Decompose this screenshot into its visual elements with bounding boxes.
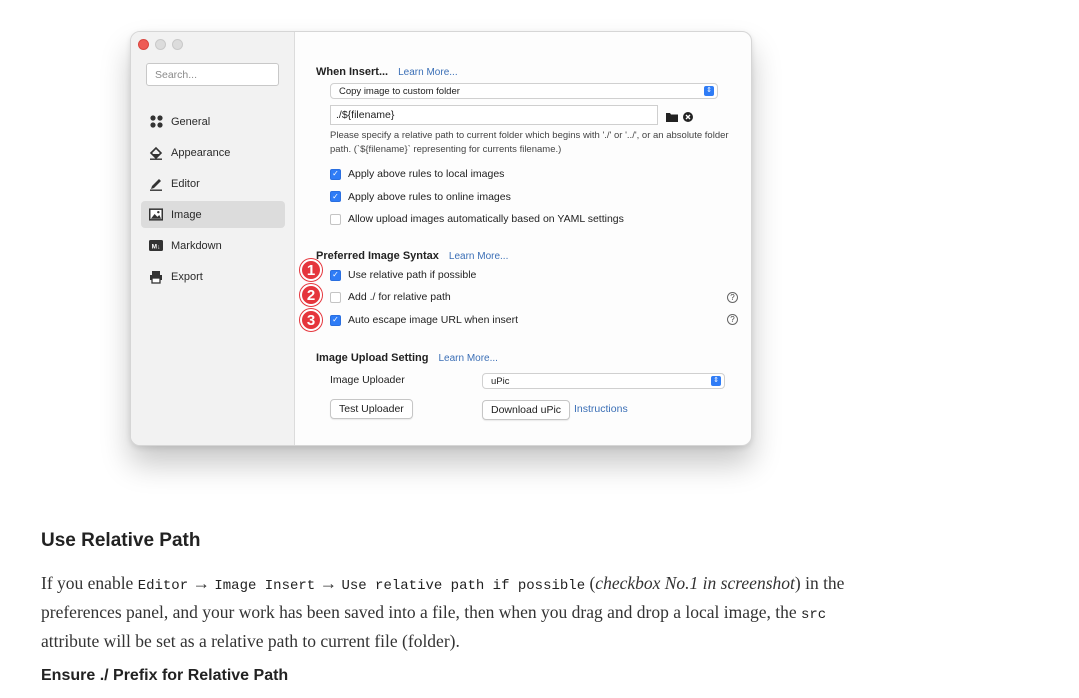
help-icon[interactable]: ? (727, 292, 738, 303)
sidebar-item-editor[interactable]: Editor (141, 170, 285, 197)
learn-more-link[interactable]: Learn More... (438, 353, 497, 364)
checkbox-checked[interactable]: ✓ (330, 314, 341, 326)
svg-text:M↓: M↓ (152, 243, 161, 250)
printer-icon (149, 270, 163, 284)
search-input[interactable]: Search... (146, 63, 279, 86)
text-run: ) (794, 573, 801, 593)
clear-icon[interactable] (683, 109, 693, 127)
sidebar-item-image[interactable]: Image (141, 201, 285, 228)
learn-more-link[interactable]: Learn More... (398, 67, 457, 78)
sidebar-item-label: Markdown (171, 239, 222, 252)
apply-local-option[interactable]: ✓ Apply above rules to local images (330, 166, 624, 182)
apply-online-option[interactable]: ✓ Apply above rules to online images (330, 189, 624, 205)
preferences-window: Search... General Appearance Editor Imag… (130, 31, 752, 446)
checkbox-checked[interactable]: ✓ (330, 269, 341, 281)
path-hint-text: Please specify a relative path to curren… (330, 130, 729, 155)
image-icon (149, 208, 163, 222)
badge-2: 2 (300, 284, 322, 306)
folder-icon[interactable] (666, 109, 678, 127)
image-path-input[interactable]: ./${filename} (330, 105, 658, 125)
section-title: Image Upload Setting (316, 352, 429, 364)
badge-1: 1 (300, 259, 322, 281)
option-label: Use relative path if possible (348, 269, 477, 281)
sidebar-item-label: Appearance (171, 146, 231, 159)
maximize-window-button[interactable] (172, 39, 183, 50)
sidebar-item-export[interactable]: Export (141, 263, 285, 290)
sidebar-item-markdown[interactable]: M↓ Markdown (141, 232, 285, 259)
badge-3: 3 (300, 309, 322, 331)
sidebar-item-label: Editor (171, 177, 200, 190)
subsection-heading: Ensure ./ Prefix for Relative Path (41, 667, 289, 684)
checkbox-checked[interactable]: ✓ (330, 168, 341, 180)
section-title: Preferred Image Syntax (316, 250, 439, 262)
markdown-icon: M↓ (149, 239, 163, 253)
paint-bucket-icon (149, 146, 163, 160)
when-insert-options: ✓ Apply above rules to local images ✓ Ap… (330, 166, 624, 227)
section-heading: Use Relative Path (41, 530, 201, 551)
arrow-glyph: → (319, 573, 338, 593)
add-dot-slash-option[interactable]: Add ./ for relative path (330, 289, 451, 305)
sidebar-item-label: General (171, 115, 211, 128)
option-label: Apply above rules to online images (348, 190, 511, 203)
option-label: Auto escape image URL when insert (348, 314, 519, 326)
sidebar-item-appearance[interactable]: Appearance (141, 139, 285, 166)
uploader-select[interactable]: uPic ⇕ (482, 373, 725, 389)
inline-code: Use relative path if possible (341, 578, 586, 594)
arrow-glyph: → (192, 573, 211, 593)
settings-panel: When Insert... Learn More... Copy image t… (296, 32, 751, 445)
select-arrows-icon: ⇕ (704, 86, 714, 96)
insert-action-select[interactable]: Copy image to custom folder ⇕ (330, 83, 718, 99)
download-upic-button[interactable]: Download uPic (482, 400, 571, 420)
sidebar-item-label: Export (171, 270, 203, 283)
text-run: attribute will be set as a relative path… (41, 631, 460, 651)
sidebar-item-general[interactable]: General (141, 108, 285, 135)
learn-more-link[interactable]: Learn More... (449, 251, 508, 262)
inline-code: src (801, 607, 827, 623)
grid-icon (149, 115, 163, 129)
checkbox-unchecked[interactable] (330, 291, 341, 303)
window-controls (138, 39, 183, 50)
option-label: Apply above rules to local images (348, 168, 505, 180)
checkbox-unchecked[interactable] (330, 213, 341, 225)
minimize-window-button[interactable] (155, 39, 166, 50)
italic-note: checkbox No.1 in screenshot (595, 573, 795, 593)
option-label: Allow upload images automatically based … (348, 213, 624, 225)
option-label: Add ./ for relative path (348, 291, 451, 303)
sidebar: Search... General Appearance Editor Imag… (131, 32, 295, 445)
instructions-link[interactable]: Instructions (574, 403, 628, 415)
checkbox-checked[interactable]: ✓ (330, 191, 341, 202)
inline-code: Image Insert (214, 578, 316, 594)
help-icon[interactable]: ? (727, 314, 738, 325)
when-insert-header: When Insert... Learn More... (316, 62, 458, 80)
auto-escape-url-option[interactable]: ✓ Auto escape image URL when insert (330, 312, 518, 328)
sidebar-item-label: Image (171, 208, 202, 221)
select-arrows-icon: ⇕ (711, 376, 721, 386)
select-value: Copy image to custom folder (339, 86, 460, 97)
syntax-header: Preferred Image Syntax Learn More... (316, 246, 508, 264)
auto-upload-option[interactable]: Allow upload images automatically based … (330, 211, 624, 227)
uploader-label: Image Uploader (330, 374, 405, 386)
article-paragraph: If you enable Editor → Image Insert → Us… (41, 570, 851, 654)
section-title: When Insert... (316, 66, 389, 78)
close-window-button[interactable] (138, 39, 149, 50)
sidebar-nav: General Appearance Editor Image M↓ Markd… (141, 108, 285, 294)
select-value: uPic (491, 376, 510, 387)
text-run: If you enable (41, 573, 134, 593)
use-relative-path-option[interactable]: ✓ Use relative path if possible (330, 267, 476, 283)
upload-header: Image Upload Setting Learn More... (316, 348, 498, 366)
pen-icon (149, 177, 163, 191)
test-uploader-button[interactable]: Test Uploader (330, 399, 413, 419)
inline-code: Editor (137, 578, 189, 594)
